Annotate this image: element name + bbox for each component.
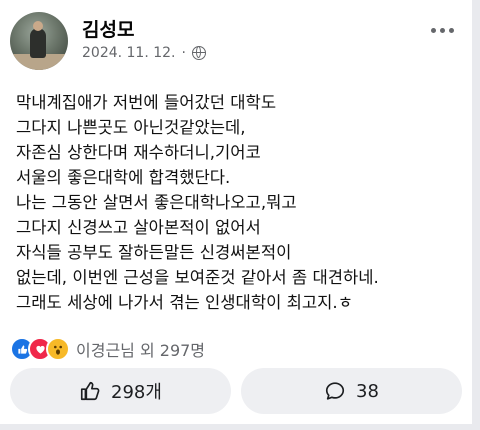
post-line: 막내계집애가 저번에 들어갔던 대학도 [16, 93, 277, 112]
post-card: 김성모 2024. 11. 12. · 막내계집애가 저번에 들어갔던 대학도 … [0, 0, 472, 424]
post-date[interactable]: 2024. 11. 12. [82, 45, 176, 61]
comment-count: 38 [356, 380, 379, 402]
post-line: 자존심 상한다며 재수하더니,기어코 [16, 143, 261, 162]
reaction-summary-text: 이경근님 외 297명 [76, 341, 206, 360]
like-button[interactable]: 298개 [10, 368, 231, 414]
globe-icon [191, 46, 206, 60]
meta-separator: · [181, 45, 186, 61]
post-line: 그다지 나쁜곳도 아닌것같았는데, [16, 118, 246, 137]
post-meta: 2024. 11. 12. · [82, 45, 206, 61]
post-line: 나는 그동안 살면서 좋은대학나오고,뭐고 [16, 193, 297, 212]
thumbs-up-icon [80, 381, 100, 401]
wow-reaction-icon [46, 337, 70, 361]
post-line: 자식들 공부도 잘하든말든 신경써본적이 [16, 243, 292, 262]
post-header: 김성모 2024. 11. 12. · [10, 12, 462, 74]
post-line: 그래도 세상에 나가서 겪는 인생대학이 최고지.ㅎ [16, 293, 353, 312]
reactions-summary[interactable]: 이경근님 외 297명 [10, 337, 205, 361]
avatar[interactable] [10, 12, 68, 70]
like-count: 298개 [111, 382, 162, 403]
avatar-figure [30, 28, 46, 58]
post-line: 없는데, 이번엔 근성을 보여준것 같아서 좀 대견하네. [16, 268, 379, 287]
post-line: 서울의 좋은대학에 합격했단다. [16, 168, 231, 187]
comment-icon [325, 382, 345, 400]
post-body: 막내계집애가 저번에 들어갔던 대학도 그다지 나쁜곳도 아닌것같았는데, 자존… [16, 90, 458, 315]
more-options-icon[interactable] [431, 28, 454, 33]
avatar-head [33, 21, 43, 31]
author-name[interactable]: 김성모 [82, 15, 134, 42]
post-line: 그다지 신경쓰고 살아본적이 없어서 [16, 218, 261, 237]
comment-button[interactable]: 38 [241, 368, 462, 414]
action-bar: 298개 38 [10, 368, 462, 414]
